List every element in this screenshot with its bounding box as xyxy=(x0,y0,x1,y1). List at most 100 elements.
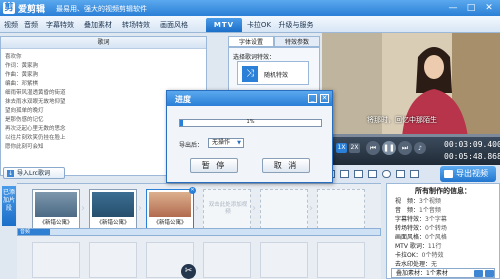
info-row: 卡拉OK：0个特效 xyxy=(395,250,444,259)
tab-overlay[interactable]: 叠加素材 xyxy=(80,18,116,32)
speed-2x-button[interactable]: 2X xyxy=(349,143,360,153)
tab-transitions[interactable]: 转场特效 xyxy=(118,18,154,32)
lyric-line[interactable]: 再次泛起心里无数的思念 xyxy=(5,124,66,132)
remove-clip-icon[interactable]: ✕ xyxy=(189,187,196,194)
info-label: 画面风格： xyxy=(395,234,426,241)
lyric-line[interactable]: 作词：黄家驹 xyxy=(5,61,38,69)
lyric-line[interactable]: 编曲：邓紫棋 xyxy=(5,79,38,87)
random-effect-button[interactable]: ⤨ 随机特效 xyxy=(237,61,309,85)
delete-icon[interactable] xyxy=(396,170,405,178)
arrow-icon: › xyxy=(138,203,142,214)
link-icon[interactable] xyxy=(410,170,419,178)
minimize-button[interactable]: — xyxy=(446,2,460,14)
empty-slot[interactable] xyxy=(32,242,80,278)
chevron-down-icon: ▼ xyxy=(237,140,241,146)
empty-slot[interactable] xyxy=(317,242,365,278)
video-subtitle: 将那时，回忆中那陌生 xyxy=(367,116,437,124)
tab-audio[interactable]: 音频 xyxy=(22,18,40,32)
current-time: 00:03:09.400 xyxy=(444,140,500,149)
lyric-line[interactable]: 喜欢你 xyxy=(5,52,22,60)
tab-upgrade[interactable]: 升级与服务 xyxy=(276,18,316,32)
production-info-panel: 所有制作的信息： 视 频：3个视频 音 频：1个音频 字幕特效：3个字幕 转场特… xyxy=(386,183,500,279)
info-value: 1个素材 xyxy=(426,270,448,277)
info-value: 0个风格 xyxy=(425,234,447,241)
lyric-line[interactable]: 抹去雨水双眼无故地仰望 xyxy=(5,97,66,105)
overlay-list-icon[interactable] xyxy=(485,270,494,277)
lyric-line[interactable]: 以往片刻欢笑仍挂在脸上 xyxy=(5,133,66,141)
export-video-label: 导出视频 xyxy=(456,169,488,178)
arrow-icon: › xyxy=(252,203,256,214)
info-value: 3个字幕 xyxy=(425,216,447,223)
tab-font-settings[interactable]: 字体设置 xyxy=(228,36,274,47)
pause-icon[interactable]: ❚❚ xyxy=(382,141,396,155)
pause-button[interactable]: 暂 停 xyxy=(190,158,238,173)
cancel-button[interactable]: 取 消 xyxy=(262,158,310,173)
speed-1x-button[interactable]: 1X xyxy=(336,143,347,153)
tab-mtv[interactable]: MTV xyxy=(206,18,242,32)
export-progress-bar: 1% xyxy=(179,119,322,127)
tab-karaoke[interactable]: 卡拉OK xyxy=(244,18,274,32)
empty-slot[interactable] xyxy=(260,189,308,229)
empty-slot[interactable] xyxy=(89,242,137,278)
tab-picture-style[interactable]: 画面风格 xyxy=(156,18,192,32)
folder-icon[interactable] xyxy=(340,170,349,178)
settings-icon[interactable] xyxy=(382,170,391,178)
audio-track[interactable]: 音频 xyxy=(17,228,381,236)
title-bar: 剪 爱剪辑 最易用、强大的视频剪辑软件 — □ ✕ xyxy=(0,0,500,16)
info-label: 音 频： xyxy=(395,207,420,214)
lyric-line[interactable]: 细雨带风湿透黄昏的街道 xyxy=(5,88,66,96)
tab-subtitle-effects[interactable]: 字幕特效 xyxy=(42,18,78,32)
shuffle-icon: ⤨ xyxy=(242,66,258,82)
dialog-title: 进度 xyxy=(175,95,191,104)
info-label: 叠加素材： xyxy=(396,270,427,277)
overlay-edit-icon[interactable] xyxy=(474,270,483,277)
close-button[interactable]: ✕ xyxy=(482,2,496,14)
screenshot-icon[interactable] xyxy=(368,170,377,178)
add-video-slot[interactable]: 双击此处添加视频 xyxy=(203,189,251,229)
dialog-minimize-icon[interactable]: _ xyxy=(308,94,317,103)
info-label: 转场特效： xyxy=(395,225,426,232)
dialog-titlebar: 进度 _ ✕ xyxy=(167,91,332,106)
lyric-line[interactable]: 是那伤感的记忆 xyxy=(5,115,44,123)
clip-name: 《新错公寓》 xyxy=(39,220,73,226)
progress-percent: 1% xyxy=(246,119,255,125)
clip-name: 《新错公寓》 xyxy=(153,220,187,226)
lyric-line[interactable]: 望向孤单的晚灯 xyxy=(5,106,44,114)
dialog-close-icon[interactable]: ✕ xyxy=(320,94,329,103)
volume-icon[interactable]: ♪ xyxy=(414,142,426,154)
info-label: MTV 歌词： xyxy=(395,243,428,250)
rewind-icon[interactable]: ⏮ xyxy=(366,141,380,155)
forward-icon[interactable]: ⏭ xyxy=(398,141,412,155)
clip-thumbnail xyxy=(149,192,191,217)
video-preview[interactable]: 将那时，回忆中那陌生 xyxy=(322,33,500,137)
import-icon: ↓ xyxy=(7,170,14,177)
lyric-line[interactable]: 愿你此刻可会知 xyxy=(5,142,44,150)
import-lrc-label: 导入Lrc歌词 xyxy=(17,170,50,177)
maximize-button[interactable]: □ xyxy=(464,2,478,14)
info-value: 1个音频 xyxy=(419,207,441,214)
empty-slot[interactable] xyxy=(317,189,365,229)
tab-effect-params[interactable]: 特效参数 xyxy=(274,36,320,47)
clip-card[interactable]: 《新错公寓》 xyxy=(89,189,137,229)
empty-slot[interactable] xyxy=(260,242,308,278)
export-video-button[interactable]: 导出视频 xyxy=(440,166,496,182)
fullscreen-icon[interactable] xyxy=(354,170,363,178)
after-export-value: 无操作 xyxy=(212,139,231,146)
audio-clip[interactable]: 音频 xyxy=(18,229,50,235)
after-export-label: 导出后： xyxy=(179,142,204,149)
info-row: 画面风格：0个风格 xyxy=(395,232,447,241)
scissors-icon[interactable]: ✂ xyxy=(181,264,196,279)
clip-card[interactable]: 《新错公寓》 xyxy=(32,189,80,229)
clip-thumbnail xyxy=(92,192,134,217)
info-label: 去水印处理： xyxy=(395,261,432,268)
total-time: 00:05:48.868 xyxy=(444,152,500,161)
empty-slot[interactable] xyxy=(203,242,251,278)
clip-card-selected[interactable]: 《新错公寓》 ✕ xyxy=(146,187,196,229)
import-lrc-button[interactable]: ↓ 导入Lrc歌词 xyxy=(3,167,65,179)
info-row: 视 频：3个视频 xyxy=(395,196,441,205)
after-export-select[interactable]: 无操作 ▼ xyxy=(208,138,244,148)
lyric-line[interactable]: 作曲：黄家驹 xyxy=(5,70,38,78)
effect-name: 随机特效 xyxy=(264,72,289,79)
tab-video[interactable]: 视频 xyxy=(2,18,20,32)
progress-dialog: 进度 _ ✕ 1% 导出后： 无操作 ▼ 暂 停 取 消 xyxy=(166,90,333,183)
